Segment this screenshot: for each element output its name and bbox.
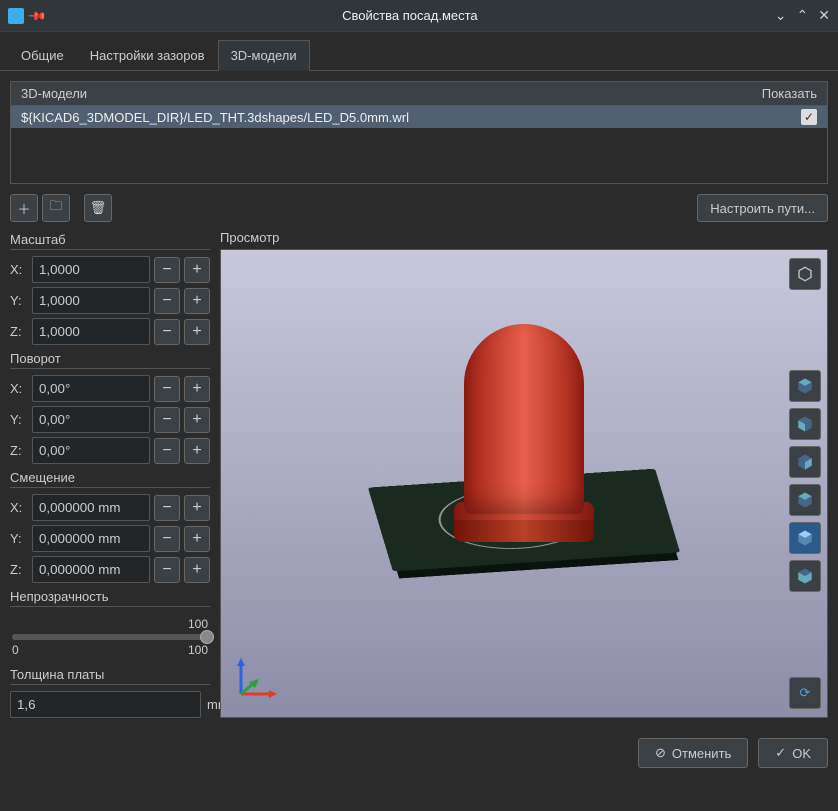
opacity-slider[interactable] xyxy=(12,634,208,640)
tabs: Общие Настройки зазоров 3D-модели xyxy=(0,32,838,71)
scale-z-decrement[interactable]: − xyxy=(154,319,180,345)
thickness-input[interactable] xyxy=(10,691,201,718)
preview-panel: Просмотр ⟳ xyxy=(220,230,828,718)
axis-gizmo xyxy=(233,652,283,705)
table-empty-area xyxy=(11,128,827,183)
scale-y-label: Y: xyxy=(10,293,28,308)
transform-panel: Масштаб X: − + Y: − + Z: − + Поворот X: … xyxy=(10,230,210,718)
scale-z-increment[interactable]: + xyxy=(184,319,210,345)
rotation-section-label: Поворот xyxy=(10,349,210,369)
offset-section-label: Смещение xyxy=(10,468,210,488)
cancel-button-label: Отменить xyxy=(672,746,731,761)
scale-z-label: Z: xyxy=(10,324,28,339)
add-model-button[interactable]: ＋ xyxy=(10,194,38,222)
titlebar: 📌 Свойства посад.места ⌄ ⌃ ✕ xyxy=(0,0,838,32)
browse-folder-button[interactable]: 🗀 xyxy=(42,194,70,222)
scale-x-decrement[interactable]: − xyxy=(154,257,180,283)
offset-z-input[interactable] xyxy=(32,556,150,583)
scale-x-increment[interactable]: + xyxy=(184,257,210,283)
dialog-footer: ⊘ Отменить ✓ OK xyxy=(0,728,838,778)
show-checkbox[interactable]: ✓ xyxy=(801,109,817,125)
app-icon xyxy=(8,8,24,24)
preview-viewport[interactable]: ⟳ REF** xyxy=(220,249,828,718)
view-back-button[interactable] xyxy=(789,446,821,478)
models-table: 3D-модели Показать ${KICAD6_3DMODEL_DIR}… xyxy=(10,81,828,184)
rotation-x-label: X: xyxy=(10,381,28,396)
rotation-z-label: Z: xyxy=(10,443,28,458)
rotation-y-decrement[interactable]: − xyxy=(154,407,180,433)
cancel-icon: ⊘ xyxy=(655,745,666,761)
model-path-cell[interactable]: ${KICAD6_3DMODEL_DIR}/LED_THT.3dshapes/L… xyxy=(21,110,801,125)
offset-z-label: Z: xyxy=(10,562,28,577)
offset-y-decrement[interactable]: − xyxy=(154,526,180,552)
window-title: Свойства посад.места xyxy=(45,8,775,23)
folder-icon: 🗀 xyxy=(49,197,62,219)
maximize-icon[interactable]: ⌃ xyxy=(797,7,809,24)
rotation-z-input[interactable] xyxy=(32,437,150,464)
opacity-max-top-label: 100 xyxy=(188,617,208,631)
offset-x-increment[interactable]: + xyxy=(184,495,210,521)
table-row[interactable]: ${KICAD6_3DMODEL_DIR}/LED_THT.3dshapes/L… xyxy=(11,105,827,128)
col-header-models: 3D-модели xyxy=(21,86,762,101)
preview-label: Просмотр xyxy=(220,230,828,245)
offset-x-decrement[interactable]: − xyxy=(154,495,180,521)
led-body xyxy=(464,324,584,514)
offset-y-increment[interactable]: + xyxy=(184,526,210,552)
opacity-min-label: 0 xyxy=(12,643,19,657)
models-toolbar: ＋ 🗀 🗑 Настроить пути... xyxy=(10,194,828,222)
view-top-button[interactable] xyxy=(789,370,821,402)
offset-x-input[interactable] xyxy=(32,494,150,521)
scale-y-input[interactable] xyxy=(32,287,150,314)
refresh-view-button[interactable]: ⟳ xyxy=(789,677,821,709)
delete-model-button[interactable]: 🗑 xyxy=(84,194,112,222)
close-icon[interactable]: ✕ xyxy=(818,7,830,24)
scale-x-label: X: xyxy=(10,262,28,277)
rotation-z-decrement[interactable]: − xyxy=(154,438,180,464)
offset-y-label: Y: xyxy=(10,531,28,546)
rotation-z-increment[interactable]: + xyxy=(184,438,210,464)
slider-knob[interactable] xyxy=(200,630,214,644)
offset-x-label: X: xyxy=(10,500,28,515)
view-right-button[interactable] xyxy=(789,522,821,554)
view-bottom-button[interactable] xyxy=(789,560,821,592)
configure-paths-button[interactable]: Настроить пути... xyxy=(697,194,828,222)
cancel-button[interactable]: ⊘ Отменить xyxy=(638,738,748,768)
tab-clearances[interactable]: Настройки зазоров xyxy=(77,40,218,70)
tab-3d-models[interactable]: 3D-модели xyxy=(218,40,310,71)
refresh-icon: ⟳ xyxy=(800,685,811,701)
view-iso-button[interactable] xyxy=(789,258,821,290)
thickness-section-label: Толщина платы xyxy=(10,665,210,685)
offset-z-increment[interactable]: + xyxy=(184,557,210,583)
opacity-max-bottom-label: 100 xyxy=(188,643,208,657)
scale-z-input[interactable] xyxy=(32,318,150,345)
rotation-x-decrement[interactable]: − xyxy=(154,376,180,402)
col-header-show: Показать xyxy=(762,86,817,101)
ok-button-label: OK xyxy=(792,746,811,761)
scale-y-decrement[interactable]: − xyxy=(154,288,180,314)
check-icon: ✓ xyxy=(775,745,786,761)
offset-z-decrement[interactable]: − xyxy=(154,557,180,583)
scale-section-label: Масштаб xyxy=(10,230,210,250)
offset-y-input[interactable] xyxy=(32,525,150,552)
trash-icon: 🗑 xyxy=(90,200,107,216)
plus-icon: ＋ xyxy=(17,199,30,218)
minimize-icon[interactable]: ⌄ xyxy=(775,7,787,24)
scale-y-increment[interactable]: + xyxy=(184,288,210,314)
view-front-button[interactable] xyxy=(789,408,821,440)
ok-button[interactable]: ✓ OK xyxy=(758,738,828,768)
opacity-section-label: Непрозрачность xyxy=(10,587,210,607)
view-left-button[interactable] xyxy=(789,484,821,516)
tab-general[interactable]: Общие xyxy=(8,40,77,70)
rotation-x-increment[interactable]: + xyxy=(184,376,210,402)
scale-x-input[interactable] xyxy=(32,256,150,283)
rotation-y-label: Y: xyxy=(10,412,28,427)
rotation-y-input[interactable] xyxy=(32,406,150,433)
rotation-x-input[interactable] xyxy=(32,375,150,402)
rotation-y-increment[interactable]: + xyxy=(184,407,210,433)
